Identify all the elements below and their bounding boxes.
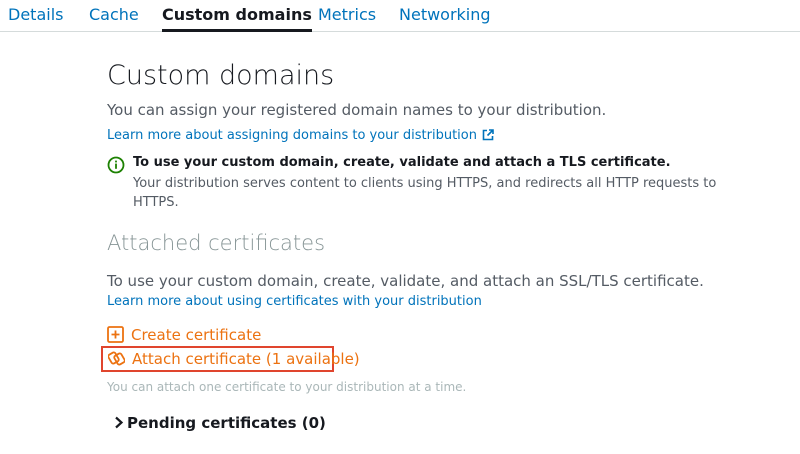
tab-bar: Details Cache Custom domains Metrics Net… [0, 0, 800, 32]
info-alert-body-line1: Your distribution serves content to clie… [133, 176, 717, 191]
tab-networking[interactable]: Networking [399, 5, 491, 24]
learn-more-domains-text[interactable]: Learn more about assigning domains to yo… [107, 128, 477, 143]
external-link-icon [482, 129, 494, 141]
info-icon [107, 156, 125, 174]
plus-square-icon [107, 326, 124, 343]
tab-cache[interactable]: Cache [89, 5, 139, 24]
pending-certificates-label: Pending certificates (0) [127, 414, 326, 432]
info-alert-body: Your distribution serves content to clie… [133, 174, 716, 212]
link-chain-icon [108, 351, 125, 366]
learn-more-domains-link[interactable]: Learn more about assigning domains to yo… [107, 124, 494, 143]
tab-details[interactable]: Details [8, 5, 63, 24]
info-alert-title: To use your custom domain, create, valid… [133, 155, 671, 170]
custom-domains-description: You can assign your registered domain na… [107, 101, 607, 119]
pending-certificates-toggle[interactable]: Pending certificates (0) [114, 414, 326, 432]
attached-certificates-heading: Attached certificates [107, 231, 326, 255]
tab-metrics[interactable]: Metrics [318, 5, 376, 24]
create-certificate-button[interactable]: Create certificate [107, 326, 261, 344]
create-certificate-label: Create certificate [131, 326, 262, 344]
page-title: Custom domains [107, 60, 335, 91]
attached-certificates-description: To use your custom domain, create, valid… [107, 272, 704, 290]
attach-certificate-label: Attach certificate (1 available) [132, 350, 360, 368]
attach-certificate-button[interactable]: Attach certificate (1 available) [108, 350, 360, 368]
attach-note: You can attach one certificate to your d… [107, 380, 467, 394]
chevron-right-icon [115, 416, 124, 429]
learn-more-certificates-link[interactable]: Learn more about using certificates with… [107, 294, 482, 309]
info-alert-body-line2: HTTPS. [133, 195, 179, 210]
tab-custom-domains[interactable]: Custom domains [162, 5, 312, 32]
